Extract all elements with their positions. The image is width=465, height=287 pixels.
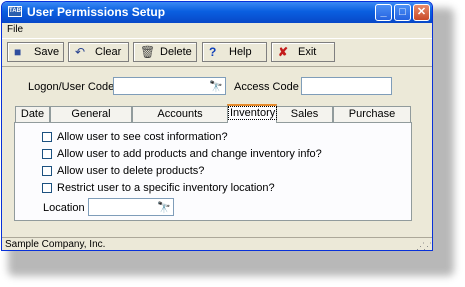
inventory-tab-panel: Allow user to see cost information? Allo… bbox=[14, 122, 412, 221]
logon-user-code-label: Logon/User Code : bbox=[28, 81, 121, 93]
delete-button[interactable]: 🗑 Delete bbox=[133, 42, 197, 62]
close-icon: ✕ bbox=[416, 6, 427, 18]
menu-file[interactable]: File bbox=[7, 24, 23, 35]
app-icon: TAB bbox=[8, 6, 22, 17]
tab-date-label: Date bbox=[20, 108, 45, 120]
option-add-products-checkbox[interactable] bbox=[42, 149, 52, 159]
delete-button-label: Delete bbox=[160, 46, 192, 58]
save-button-label: Save bbox=[34, 46, 60, 58]
red-x-icon: ✘ bbox=[278, 45, 289, 59]
save-button[interactable]: ■ Save bbox=[7, 42, 64, 62]
option-see-cost-checkbox[interactable] bbox=[42, 132, 52, 142]
maximize-button[interactable]: □ bbox=[394, 4, 411, 21]
option-delete-products-checkbox[interactable] bbox=[42, 166, 52, 176]
user-permissions-window: TAB User Permissions Setup _ □ ✕ File ■ … bbox=[1, 1, 433, 251]
option-delete-products-label: Allow user to delete products? bbox=[57, 165, 205, 177]
option-add-products-label: Allow user to add products and change in… bbox=[57, 148, 322, 160]
access-code-label: Access Code : bbox=[234, 81, 305, 93]
minimize-icon: _ bbox=[380, 6, 387, 18]
tab-accounts-recivable[interactable]: Accounts Recivable bbox=[132, 106, 228, 134]
minimize-button[interactable]: _ bbox=[375, 4, 392, 21]
tab-general-leadger[interactable]: General Leadger bbox=[50, 106, 132, 134]
exit-button-label: Exit bbox=[298, 46, 317, 58]
trash-can-icon: 🗑 bbox=[140, 45, 156, 59]
tab-inventory[interactable]: Inventory bbox=[227, 104, 278, 123]
access-code-input[interactable] bbox=[301, 77, 392, 95]
status-company: Sample Company, Inc. bbox=[5, 239, 106, 250]
help-button-label: Help bbox=[229, 46, 252, 58]
option-restrict-location-checkbox[interactable] bbox=[42, 183, 52, 193]
clear-button[interactable]: ↶ Clear bbox=[68, 42, 129, 62]
binoculars-icon[interactable]: 🔭 bbox=[209, 80, 223, 93]
undo-arrow-icon: ↶ bbox=[75, 45, 86, 59]
floppy-disk-icon: ■ bbox=[14, 45, 22, 59]
location-label: Location : bbox=[43, 202, 91, 214]
tab-date[interactable]: Date bbox=[15, 106, 50, 122]
tab-purchase-order[interactable]: Purchase Order bbox=[333, 106, 411, 134]
question-mark-icon: ? bbox=[209, 45, 217, 59]
option-restrict-location-label: Restrict user to a specific inventory lo… bbox=[57, 182, 275, 194]
tab-sales-order[interactable]: Sales Order bbox=[276, 106, 333, 134]
status-bar: Sample Company, Inc. ⋰⋰ bbox=[2, 237, 432, 250]
window-title: User Permissions Setup bbox=[27, 5, 166, 19]
menu-bar: File bbox=[2, 23, 432, 37]
help-button[interactable]: ? Help bbox=[202, 42, 267, 62]
option-see-cost-label: Allow user to see cost information? bbox=[57, 131, 228, 143]
tab-inventory-label: Inventory bbox=[228, 106, 278, 120]
resize-grip-icon[interactable]: ⋰⋰ bbox=[416, 241, 432, 250]
exit-button[interactable]: ✘ Exit bbox=[271, 42, 335, 62]
toolbar: ■ Save ↶ Clear 🗑 Delete ? Help ✘ Exit bbox=[2, 38, 432, 67]
clear-button-label: Clear bbox=[95, 46, 122, 58]
maximize-icon: □ bbox=[399, 6, 406, 18]
title-bar[interactable]: TAB User Permissions Setup _ □ ✕ bbox=[2, 2, 432, 23]
close-button[interactable]: ✕ bbox=[413, 4, 430, 21]
binoculars-icon[interactable]: 🔭 bbox=[157, 201, 171, 214]
